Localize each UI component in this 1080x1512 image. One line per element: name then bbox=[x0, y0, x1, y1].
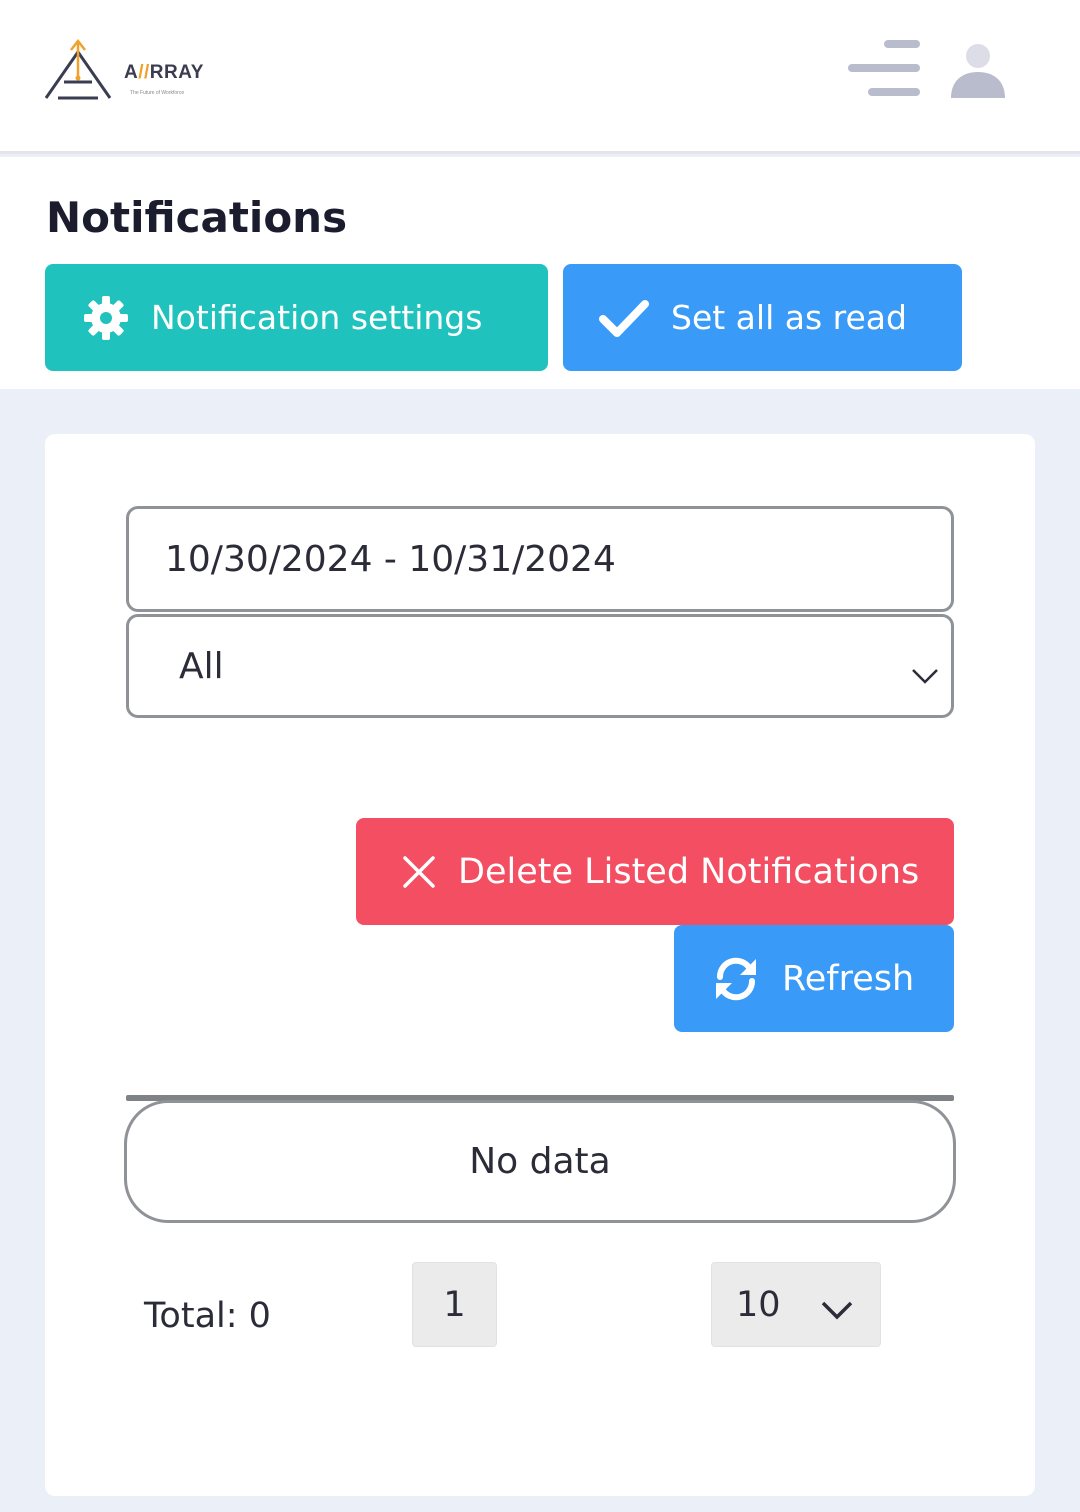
notification-type-select[interactable]: All bbox=[126, 614, 954, 718]
close-icon bbox=[402, 855, 436, 889]
logo-tagline: The Future of Workforce bbox=[130, 90, 185, 96]
array-logo[interactable]: A//RRAY The Future of Workforce bbox=[44, 38, 224, 102]
chevron-down-icon bbox=[911, 653, 939, 694]
chevron-down-icon bbox=[820, 1291, 854, 1331]
notification-settings-button[interactable]: Notification settings bbox=[45, 264, 548, 371]
refresh-button[interactable]: Refresh bbox=[674, 925, 954, 1032]
page-toolbar: Notifications Notification settings Set … bbox=[0, 157, 1080, 389]
empty-table-message: No data bbox=[124, 1100, 956, 1223]
logo-wordmark: A//RRAY bbox=[124, 62, 204, 83]
page-size-value: 10 bbox=[736, 1284, 781, 1325]
sync-icon bbox=[712, 955, 760, 1003]
notification-settings-label: Notification settings bbox=[151, 298, 483, 337]
hamburger-menu-icon[interactable] bbox=[848, 40, 922, 98]
gear-icon bbox=[83, 295, 129, 341]
page-number-button[interactable]: 1 bbox=[412, 1262, 497, 1347]
total-count: Total: 0 bbox=[144, 1296, 271, 1336]
delete-listed-notifications-button[interactable]: Delete Listed Notifications bbox=[356, 818, 954, 925]
set-all-read-label: Set all as read bbox=[671, 298, 907, 337]
page-size-select[interactable]: 10 bbox=[711, 1262, 881, 1347]
logo-mark-icon bbox=[44, 38, 112, 100]
app-header: A//RRAY The Future of Workforce bbox=[0, 0, 1080, 154]
check-icon bbox=[599, 298, 649, 338]
notifications-card: 10/30/2024 - 10/31/2024 All Delete Liste… bbox=[45, 434, 1035, 1496]
notification-type-value: All bbox=[179, 645, 224, 687]
user-avatar-icon[interactable] bbox=[948, 42, 1008, 100]
date-range-input[interactable]: 10/30/2024 - 10/31/2024 bbox=[126, 506, 954, 612]
set-all-read-button[interactable]: Set all as read bbox=[563, 264, 962, 371]
delete-listed-notifications-label: Delete Listed Notifications bbox=[458, 851, 920, 892]
page-title: Notifications bbox=[46, 193, 348, 242]
refresh-label: Refresh bbox=[782, 958, 915, 999]
